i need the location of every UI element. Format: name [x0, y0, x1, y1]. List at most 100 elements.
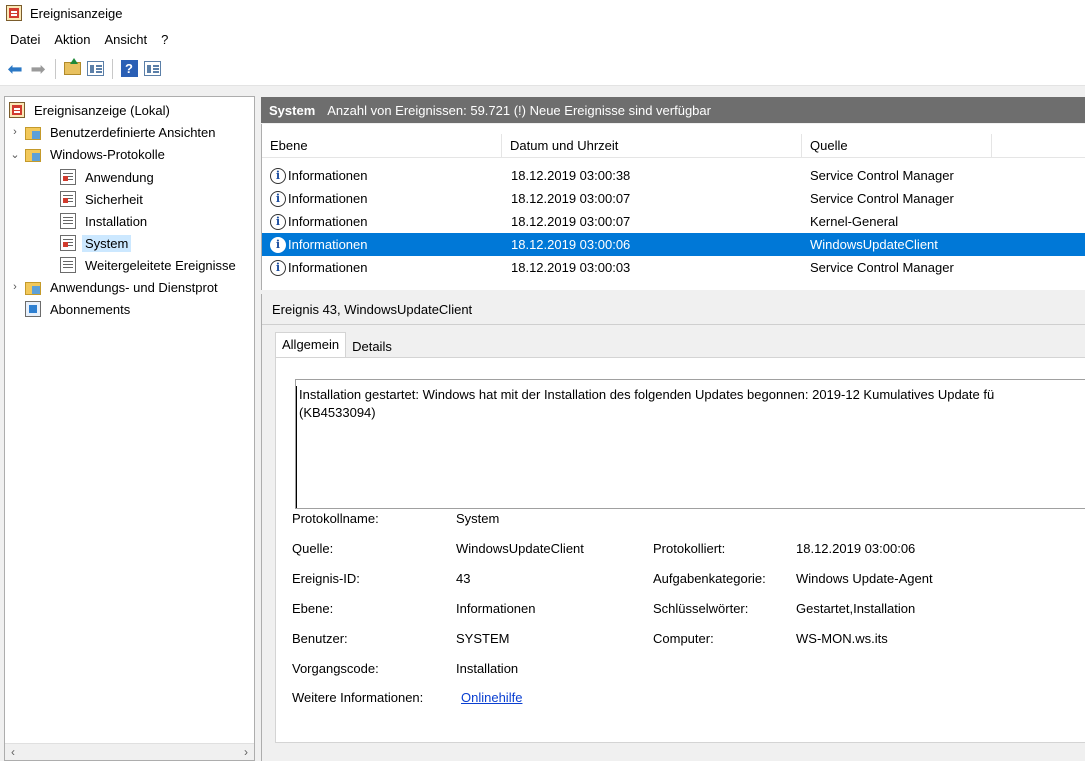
- forward-button[interactable]: ➡: [27, 58, 49, 80]
- label-benutzer: Benutzer:: [292, 631, 348, 646]
- back-button[interactable]: ⬅: [4, 58, 26, 80]
- tree-item-label: Ereignisanzeige (Lokal): [34, 102, 170, 118]
- horizontal-scrollbar[interactable]: ‹ ›: [5, 743, 254, 760]
- event-level: Informationen: [288, 168, 368, 183]
- event-detail-pane: Ereignis 43, WindowsUpdateClient Allgeme…: [261, 294, 1085, 761]
- online-help-link[interactable]: Onlinehilfe: [461, 690, 522, 705]
- up-one-level-button[interactable]: [61, 58, 83, 80]
- title-bar: Ereignisanzeige: [0, 0, 1085, 26]
- column-headers: Ebene Datum und Uhrzeit Quelle: [262, 134, 1085, 158]
- info-icon: i: [270, 167, 286, 184]
- tree-item-installation[interactable]: Installation: [60, 210, 150, 232]
- tree-item-label: Abonnements: [50, 301, 131, 317]
- table-row[interactable]: i Informationen 18.12.2019 03:00:03 Servi…: [262, 256, 1085, 279]
- tree-item-weitergeleitete-ereignisse[interactable]: Weitergeleitete Ereignisse: [60, 254, 239, 276]
- chevron-right-icon[interactable]: ›: [9, 126, 21, 138]
- event-level: Informationen: [288, 237, 368, 252]
- column-header-ebene[interactable]: Ebene: [262, 134, 502, 158]
- tab-details[interactable]: Details: [346, 335, 398, 358]
- folder-icon: [25, 126, 41, 140]
- folder-up-icon: [63, 58, 81, 75]
- tree-item-benutzerdefinierte-ansichten[interactable]: › Benutzerdefinierte Ansichten: [9, 121, 219, 143]
- show-hide-action-pane-icon: [143, 61, 161, 76]
- show-hide-console-tree-icon: [86, 61, 104, 76]
- log-icon: [60, 257, 76, 273]
- events-summary: Anzahl von Ereignissen: 59.721 (!) Neue …: [327, 102, 711, 118]
- tree-item-label: Sicherheit: [85, 191, 143, 207]
- tree-item-anwendung[interactable]: Anwendung: [60, 166, 157, 188]
- description-line: (KB4533094): [299, 405, 376, 420]
- tree-item-label: Anwendung: [85, 169, 154, 185]
- subscriptions-icon: [25, 301, 41, 317]
- folder-icon: [25, 281, 41, 295]
- value-protokolliert: 18.12.2019 03:00:06: [796, 541, 916, 556]
- value-quelle: WindowsUpdateClient: [456, 541, 584, 556]
- event-level: Informationen: [288, 260, 368, 275]
- arrow-right-icon: ➡: [30, 58, 46, 79]
- tree-item-windows-protokolle[interactable]: ⌄ Windows-Protokolle: [9, 143, 168, 165]
- tree-item-label: System: [82, 234, 132, 252]
- label-ereignis-id: Ereignis-ID:: [292, 571, 360, 586]
- event-description[interactable]: Installation gestartet: Windows hat mit …: [295, 379, 1085, 509]
- value-benutzer: SYSTEM: [456, 631, 510, 646]
- tree-item-abonnements[interactable]: Abonnements: [25, 298, 133, 320]
- column-header-quelle[interactable]: Quelle: [802, 134, 992, 158]
- tree-item-system[interactable]: System: [60, 232, 132, 254]
- window-title: Ereignisanzeige: [30, 5, 123, 21]
- menu-help[interactable]: ?: [154, 30, 175, 49]
- divider: [262, 324, 1085, 325]
- table-row-selected[interactable]: i Informationen 18.12.2019 03:00:06 Windo…: [262, 233, 1085, 256]
- label-schluesselwoerter: Schlüsselwörter:: [653, 601, 749, 616]
- value-protokollname: System: [456, 511, 500, 526]
- event-source: Service Control Manager: [810, 260, 954, 275]
- tree-item-ereignisanzeige-lokal[interactable]: Ereignisanzeige (Lokal): [9, 99, 173, 121]
- value-schluesselwoerter: Gestartet,Installation: [796, 601, 916, 616]
- description-line: Installation gestartet: Windows hat mit …: [299, 387, 995, 402]
- chevron-right-icon[interactable]: ›: [9, 281, 21, 293]
- tree-item-sicherheit[interactable]: Sicherheit: [60, 188, 146, 210]
- chevron-down-icon[interactable]: ⌄: [9, 148, 21, 161]
- menu-datei[interactable]: Datei: [3, 30, 47, 49]
- help-icon: ?: [120, 60, 138, 77]
- scroll-right-icon[interactable]: ›: [244, 745, 248, 759]
- value-ebene: Informationen: [456, 601, 536, 616]
- event-level: Informationen: [288, 191, 368, 206]
- help-button[interactable]: ?: [118, 58, 140, 80]
- label-vorgangscode: Vorgangscode:: [292, 661, 379, 676]
- info-icon: i: [270, 236, 286, 253]
- table-row[interactable]: i Informationen 18.12.2019 03:00:07 Kerne…: [262, 210, 1085, 233]
- tree-item-label: Benutzerdefinierte Ansichten: [50, 124, 216, 140]
- label-protokolliert: Protokolliert:: [653, 541, 726, 556]
- events-table[interactable]: Ebene Datum und Uhrzeit Quelle i Informat…: [261, 124, 1085, 290]
- event-source: WindowsUpdateClient: [810, 237, 938, 252]
- tree-item-label: Weitergeleitete Ereignisse: [85, 257, 236, 273]
- log-name: System: [269, 102, 316, 118]
- table-row[interactable]: i Informationen 18.12.2019 03:00:07 Servi…: [262, 187, 1085, 210]
- tab-allgemein[interactable]: Allgemein: [275, 332, 347, 358]
- event-datetime: 18.12.2019 03:00:38: [511, 168, 631, 183]
- event-source: Service Control Manager: [810, 191, 954, 206]
- column-header-datum[interactable]: Datum und Uhrzeit: [502, 134, 802, 158]
- toolbar-separator: [112, 58, 113, 79]
- menu-ansicht[interactable]: Ansicht: [98, 30, 155, 49]
- console-tree[interactable]: Ereignisanzeige (Lokal) › Benutzerdefini…: [4, 96, 255, 761]
- value-aufgabenkategorie: Windows Update-Agent: [796, 571, 933, 586]
- log-icon: [60, 169, 76, 185]
- label-quelle: Quelle:: [292, 541, 334, 556]
- folder-icon: [25, 148, 41, 162]
- event-datetime: 18.12.2019 03:00:03: [511, 260, 631, 275]
- event-level: Informationen: [288, 214, 368, 229]
- info-icon: i: [270, 259, 286, 276]
- log-icon: [60, 191, 76, 207]
- table-row[interactable]: i Informationen 18.12.2019 03:00:38 Servi…: [262, 164, 1085, 187]
- event-source: Kernel-General: [810, 214, 899, 229]
- tree-item-anwendungs-und-dienstprotokolle[interactable]: › Anwendungs- und Dienstprot: [9, 276, 221, 298]
- show-hide-action-pane-button[interactable]: [141, 58, 163, 80]
- menu-bar: Datei Aktion Ansicht ?: [0, 26, 1085, 52]
- show-hide-console-tree-button[interactable]: [84, 58, 106, 80]
- menu-aktion[interactable]: Aktion: [47, 30, 97, 49]
- detail-tabs: Allgemein Details: [275, 332, 398, 358]
- scroll-left-icon[interactable]: ‹: [11, 745, 15, 759]
- event-datetime: 18.12.2019 03:00:07: [511, 214, 631, 229]
- event-rows: i Informationen 18.12.2019 03:00:38 Servi…: [262, 164, 1085, 279]
